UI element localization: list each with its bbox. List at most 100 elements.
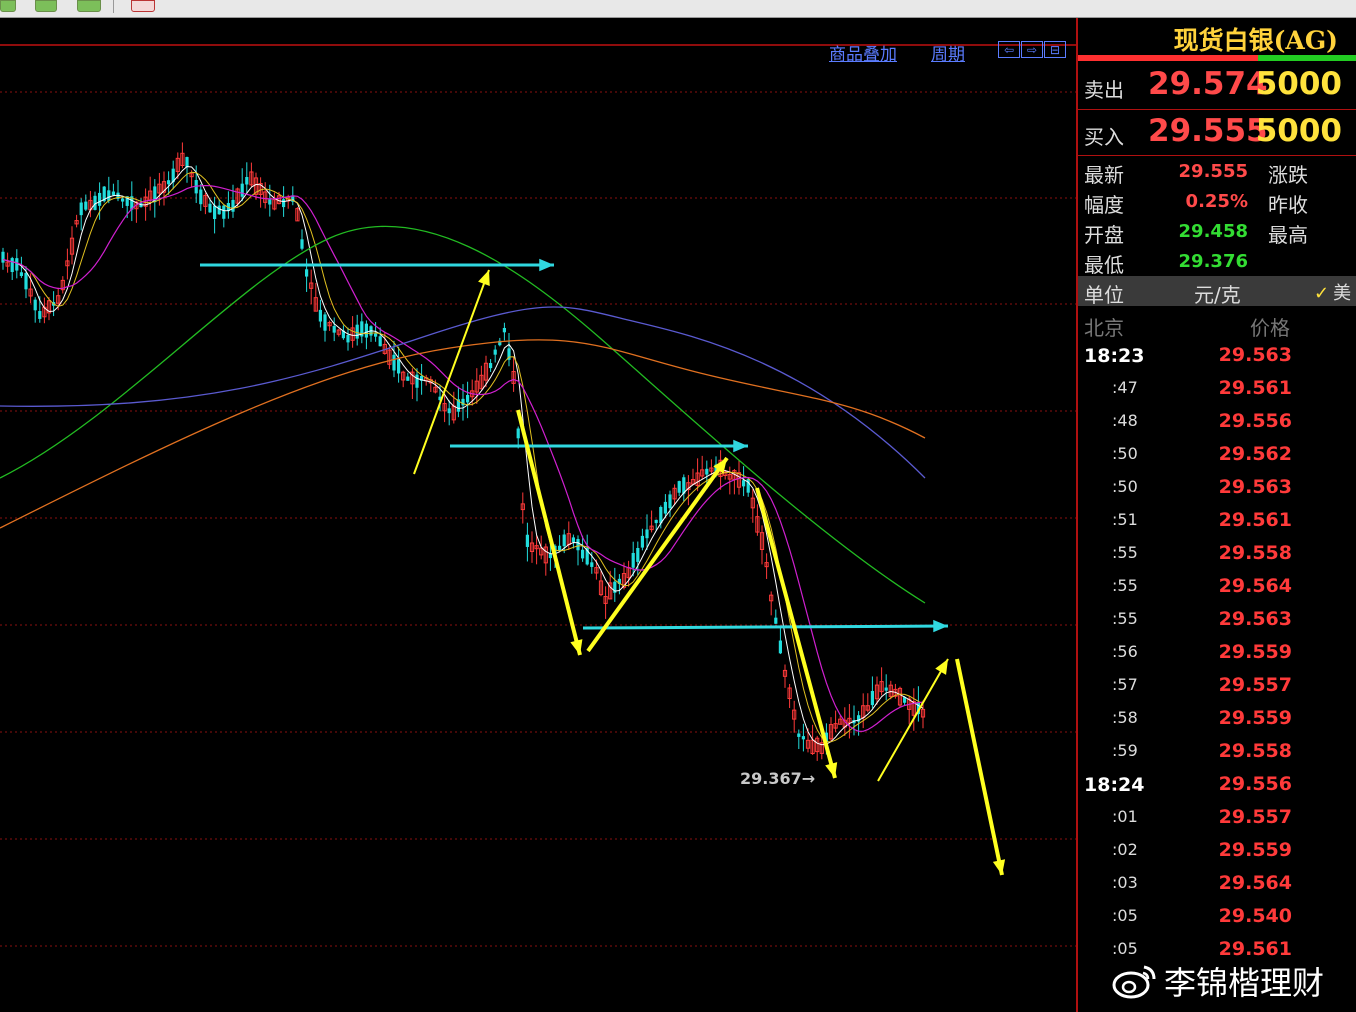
candle-body <box>677 481 681 493</box>
candle-body <box>884 687 888 691</box>
quote-value: 29.458 <box>1178 221 1248 242</box>
candle-body <box>323 314 327 331</box>
instrument-title: 现货白银(AG) <box>1173 26 1338 55</box>
quote-label: 幅度 <box>1084 193 1124 217</box>
panel-header: 现货白银(AG) <box>1078 18 1356 55</box>
toolbar-separator <box>113 0 114 13</box>
scroll-right-icon[interactable]: ⇨ <box>1021 41 1043 58</box>
trend-up-arrow <box>413 269 490 475</box>
tick-time: :56 <box>1112 642 1138 661</box>
currency-toggle[interactable]: ✓ 美 <box>1314 279 1351 305</box>
trend-down-arrow <box>755 487 837 779</box>
candle-body <box>245 177 249 185</box>
tick-price: 29.558 <box>1218 740 1292 762</box>
candle-body <box>107 190 111 201</box>
tick-row: :50 29.562 <box>1078 442 1356 475</box>
chart-nav: ⇦ ⇨ ⊟ <box>998 39 1074 58</box>
tick-time: :48 <box>1112 411 1138 430</box>
trend-down-arrow <box>955 658 1004 876</box>
candle-body <box>636 547 640 562</box>
candle-body <box>19 272 23 276</box>
candle-body <box>668 494 672 509</box>
tick-price: 29.564 <box>1218 575 1292 597</box>
tick-row: :02 29.559 <box>1078 838 1356 871</box>
overlay-link[interactable]: 商品叠加 <box>829 40 897 65</box>
candle-body <box>466 394 470 403</box>
candle-body <box>10 258 14 273</box>
tick-time: :01 <box>1112 807 1138 826</box>
tick-price: 29.540 <box>1218 905 1292 927</box>
tick-time: 18:24 <box>1084 774 1145 796</box>
tick-row: :51 29.561 <box>1078 508 1356 541</box>
candle-body <box>801 736 805 740</box>
candle-body <box>654 519 658 524</box>
period-link[interactable]: 周期 <box>931 40 965 65</box>
ma-line-5 <box>2 171 924 743</box>
candle-body <box>364 323 368 338</box>
resistance-arrow-head <box>539 258 554 272</box>
tick-price: 29.563 <box>1218 608 1292 630</box>
ma-line-short <box>2 165 924 746</box>
tick-row: :59 29.558 <box>1078 739 1356 772</box>
resistance-arrow-head <box>933 619 948 633</box>
split-view-icon[interactable]: ⊟ <box>1044 41 1066 58</box>
candle-body <box>240 183 244 197</box>
buy-price: 29.555 <box>1148 113 1268 149</box>
candle-body <box>645 529 649 539</box>
toolbar-button-1[interactable] <box>0 0 16 12</box>
tick-row: :05 29.540 <box>1078 904 1356 937</box>
toolbar-button-2[interactable] <box>35 0 57 12</box>
candle-body <box>300 239 304 249</box>
buy-label: 买入 <box>1084 125 1124 149</box>
quote-row: 幅度 0.25% 昨收 <box>1078 187 1356 217</box>
tick-time: :05 <box>1112 906 1138 925</box>
tick-price: 29.557 <box>1218 806 1292 828</box>
tick-price: 29.562 <box>1218 443 1292 465</box>
quote-value: 0.25% <box>1185 191 1248 212</box>
candle-body <box>282 199 286 208</box>
tick-price: 29.563 <box>1218 476 1292 498</box>
candle-body <box>346 335 350 343</box>
candle-body <box>447 408 451 414</box>
candle-body <box>571 537 575 543</box>
tick-time: :51 <box>1112 510 1138 529</box>
buy-row: 买入 29.555 5000 <box>1078 110 1356 154</box>
price-chart[interactable]: 商品叠加 周期 ⇦ ⇨ ⊟ 29.367→ <box>0 18 1076 1012</box>
tick-row: :50 29.563 <box>1078 475 1356 508</box>
tick-row: :55 29.563 <box>1078 607 1356 640</box>
tick-row: :58 29.559 <box>1078 706 1356 739</box>
candle-body <box>213 205 217 220</box>
tick-row: 18:24 29.556 <box>1078 772 1356 805</box>
candle-body <box>24 272 28 290</box>
watermark-text: 李锦楷理财 <box>1164 964 1325 1002</box>
tick-time: :02 <box>1112 840 1138 859</box>
tick-time: :57 <box>1112 675 1138 694</box>
candle-body <box>663 501 667 514</box>
buy-volume: 5000 <box>1255 113 1342 149</box>
quote-label-secondary: 涨跌 <box>1268 163 1308 187</box>
tick-time: :55 <box>1112 543 1138 562</box>
quote-row: 最低 29.376 <box>1078 247 1356 277</box>
tick-time: :47 <box>1112 378 1138 397</box>
trend-up-arrow <box>586 456 729 653</box>
tick-row: :57 29.557 <box>1078 673 1356 706</box>
candle-body <box>581 549 585 559</box>
candle-body <box>489 363 493 369</box>
weibo-icon <box>1112 963 1158 1007</box>
candle-body <box>111 191 115 196</box>
currency-label: 美 <box>1333 283 1352 304</box>
candle-body <box>199 189 203 205</box>
alarm-icon[interactable] <box>131 0 155 12</box>
candle-body <box>502 327 506 333</box>
quote-label: 最低 <box>1084 253 1124 277</box>
candle-body <box>318 309 322 322</box>
toolbar-button-3[interactable] <box>77 0 101 12</box>
scroll-left-icon[interactable]: ⇦ <box>998 41 1020 58</box>
tick-price: 29.559 <box>1218 707 1292 729</box>
buy-ratio-bar <box>1258 55 1356 61</box>
quote-value: 29.555 <box>1178 161 1248 182</box>
divider <box>1078 155 1356 156</box>
candle-body <box>208 203 212 213</box>
sell-label: 卖出 <box>1084 78 1124 102</box>
candle-body <box>590 562 594 567</box>
